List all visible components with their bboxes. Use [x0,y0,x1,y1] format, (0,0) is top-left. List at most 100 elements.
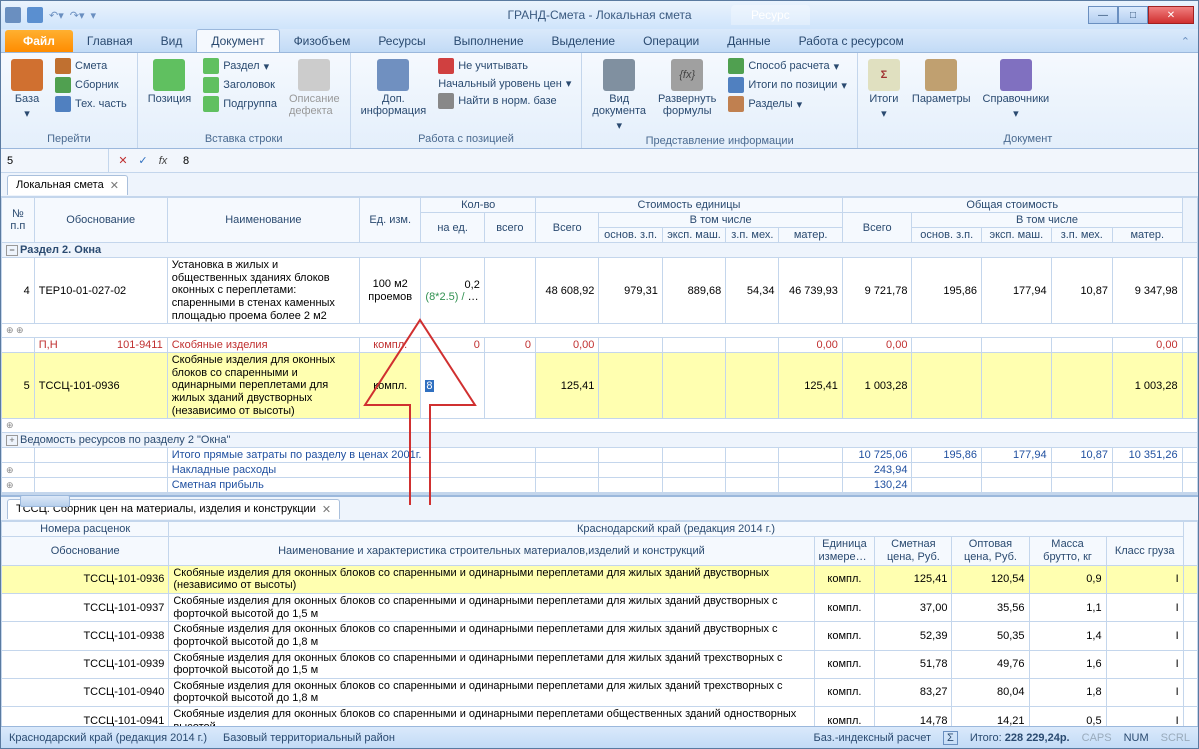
col-unitcost[interactable]: Стоимость единицы [535,198,842,213]
table-row[interactable]: П,Н 101-9411 Скобяные изделия компл. 0 0… [2,338,1198,353]
ribbon: База▾ Смета Сборник Тех. часть Перейти П… [1,53,1198,149]
name-box[interactable]: 5 [1,149,109,172]
ribbon-dopinfo-button[interactable]: Доп. информация [357,57,431,119]
tab-phys[interactable]: Физобъем [280,30,365,52]
ribbon-tabs: Файл Главная Вид Документ Физобъем Ресур… [1,29,1198,53]
tab-resource-work[interactable]: Работа с ресурсом [785,30,918,52]
titlebar: ↶▾ ↷▾ ▾ ГРАНД-Смета - Локальная смета Ре… [1,1,1198,29]
formula-cancel-icon[interactable]: ✕ [115,153,131,169]
ribbon-group-position: Работа с позицией [357,132,576,146]
tab-exec[interactable]: Выполнение [440,30,538,52]
context-tab-resource[interactable]: Ресурс [731,5,810,25]
col-region[interactable]: Краснодарский край (редакция 2014 г.) [169,522,1183,537]
tab-operations[interactable]: Операции [629,30,713,52]
estimate-grid[interactable]: № п.п Обоснование Наименование Ед. изм. … [1,197,1198,493]
tab-document[interactable]: Документ [196,29,279,52]
ribbon-docview-button[interactable]: Вид документа▾ [588,57,650,134]
status-base[interactable]: Базовый территориальный район [223,732,395,744]
close-doc-icon[interactable]: ✕ [110,179,119,192]
tab-data[interactable]: Данные [713,30,784,52]
price-row[interactable]: ТССЦ-101-0937Скобяные изделия для оконны… [2,593,1198,621]
ribbon-group-insert: Вставка строки [144,132,344,146]
qat-undo-icon[interactable]: ↶▾ [49,9,64,22]
ribbon-defect-button: Описание дефекта [285,57,344,119]
ribbon-findnorm-button[interactable]: Найти в норм. базе [434,92,575,110]
totals-row[interactable]: ⊕Накладные расходы 243,94 [2,463,1198,478]
ribbon-subgroup-button[interactable]: Подгруппа [199,95,281,113]
totals-row[interactable]: Итого прямые затраты по разделу в ценах … [2,448,1198,463]
col-name[interactable]: Наименование [167,198,359,243]
price-row[interactable]: ТССЦ-101-0936Скобяные изделия для оконны… [2,565,1198,593]
tab-home[interactable]: Главная [73,30,147,52]
qat-down-icon[interactable]: ▾ [91,9,97,22]
table-row-selected[interactable]: 5 ТССЦ-101-0936 Скобяные изделия для око… [2,353,1198,419]
price-row[interactable]: ТССЦ-101-0940Скобяные изделия для оконны… [2,678,1198,706]
ribbon-sbornik-button[interactable]: Сборник [51,76,131,94]
subsection-row[interactable]: +Ведомость ресурсов по разделу 2 "Окна" [2,433,1198,448]
tab-selection[interactable]: Выделение [538,30,630,52]
formula-input[interactable]: 8 [177,155,1198,167]
qat-app-icon[interactable] [5,7,21,23]
expand-row[interactable]: ⊕ ⊕ [2,324,1198,338]
ribbon-ignore-button[interactable]: Не учитывать [434,57,575,75]
status-scrl: SCRL [1161,732,1190,744]
ribbon-params-button[interactable]: Параметры [908,57,975,107]
price-row[interactable]: ТССЦ-101-0938Скобяные изделия для оконны… [2,622,1198,650]
col-totalcost[interactable]: Общая стоимость [842,198,1182,213]
col-unit[interactable]: Ед. изм. [360,198,421,243]
expand-row[interactable]: ⊕ [2,419,1198,433]
ribbon-header-button[interactable]: Заголовок [199,76,281,94]
status-calc[interactable]: Баз.-индексный расчет [814,732,931,744]
collapse-icon[interactable]: + [6,435,18,446]
tab-resources[interactable]: Ресурсы [364,30,439,52]
formula-bar: 5 ✕ ✓ fx 8 [1,149,1198,173]
ribbon-base-button[interactable]: База▾ [7,57,47,122]
ribbon-techpart-button[interactable]: Тех. часть [51,95,131,113]
col-price-numbers[interactable]: Номера расценок [2,522,169,537]
grid-hscroll[interactable] [1,493,1198,495]
ribbon-positiontotals-button[interactable]: Итоги по позиции ▾ [724,76,851,94]
window-title: ГРАНД-Смета - Локальная смета [507,8,691,22]
totals-row[interactable]: ⊕Сметная прибыль 130,24 [2,478,1198,493]
table-row[interactable]: 4 ТЕР10-01-027-02 Установка в жилых и об… [2,258,1198,324]
close-button[interactable]: ✕ [1148,6,1194,24]
qat-save-icon[interactable] [27,7,43,23]
collapse-icon[interactable]: − [6,245,18,256]
price-grid[interactable]: Номера расценок Краснодарский край (реда… [1,521,1198,726]
ribbon-group-goto: Перейти [7,132,131,146]
ribbon-expand-button[interactable]: {fx}Развернуть формулы [654,57,720,119]
bottom-tabs: ТССЦ. Сборник цен на материалы, изделия … [1,497,1198,521]
ribbon-section-button[interactable]: Раздел ▾ [199,57,281,75]
ribbon-sections-button[interactable]: Разделы ▾ [724,95,851,113]
price-row[interactable]: ТССЦ-101-0939Скобяные изделия для оконны… [2,650,1198,678]
active-cell[interactable]: 8 [421,353,484,419]
ribbon-smeta-button[interactable]: Смета [51,57,131,75]
price-row[interactable]: ТССЦ-101-0941Скобяные изделия для оконны… [2,707,1198,726]
formula-fx-icon[interactable]: fx [155,153,171,169]
ribbon-position-button[interactable]: Позиция [144,57,196,107]
qat-redo-icon[interactable]: ↷▾ [70,9,85,22]
document-tab[interactable]: Локальная смета ✕ [7,175,128,195]
ribbon-group-presentation: Представление информации [588,134,851,148]
document-tabs: Локальная смета ✕ [1,173,1198,197]
section-row[interactable]: −Раздел 2. Окна [2,243,1198,258]
col-qty[interactable]: Кол-во [421,198,536,213]
status-caps: CAPS [1082,732,1112,744]
statusbar: Краснодарский край (редакция 2014 г.) Ба… [1,726,1198,748]
formula-accept-icon[interactable]: ✓ [135,153,151,169]
minimize-button[interactable]: — [1088,6,1118,24]
status-region[interactable]: Краснодарский край (редакция 2014 г.) [9,732,207,744]
tab-view[interactable]: Вид [147,30,197,52]
status-num: NUM [1124,732,1149,744]
col-num[interactable]: № п.п [2,198,35,243]
maximize-button[interactable]: □ [1118,6,1148,24]
tab-file[interactable]: Файл [5,30,73,52]
ribbon-calcmethod-button[interactable]: Способ расчета ▾ [724,57,851,75]
close-bottom-tab-icon[interactable]: ✕ [322,503,331,516]
ribbon-totals-button[interactable]: ΣИтоги▾ [864,57,904,122]
ribbon-baselevel-button[interactable]: Начальный уровень цен ▾ [434,76,575,91]
ribbon-minimize-icon[interactable]: ⌃ [1173,31,1198,52]
ribbon-refs-button[interactable]: Справочники▾ [979,57,1054,122]
col-basis[interactable]: Обоснование [34,198,167,243]
ribbon-group-document: Документ [864,132,1192,146]
